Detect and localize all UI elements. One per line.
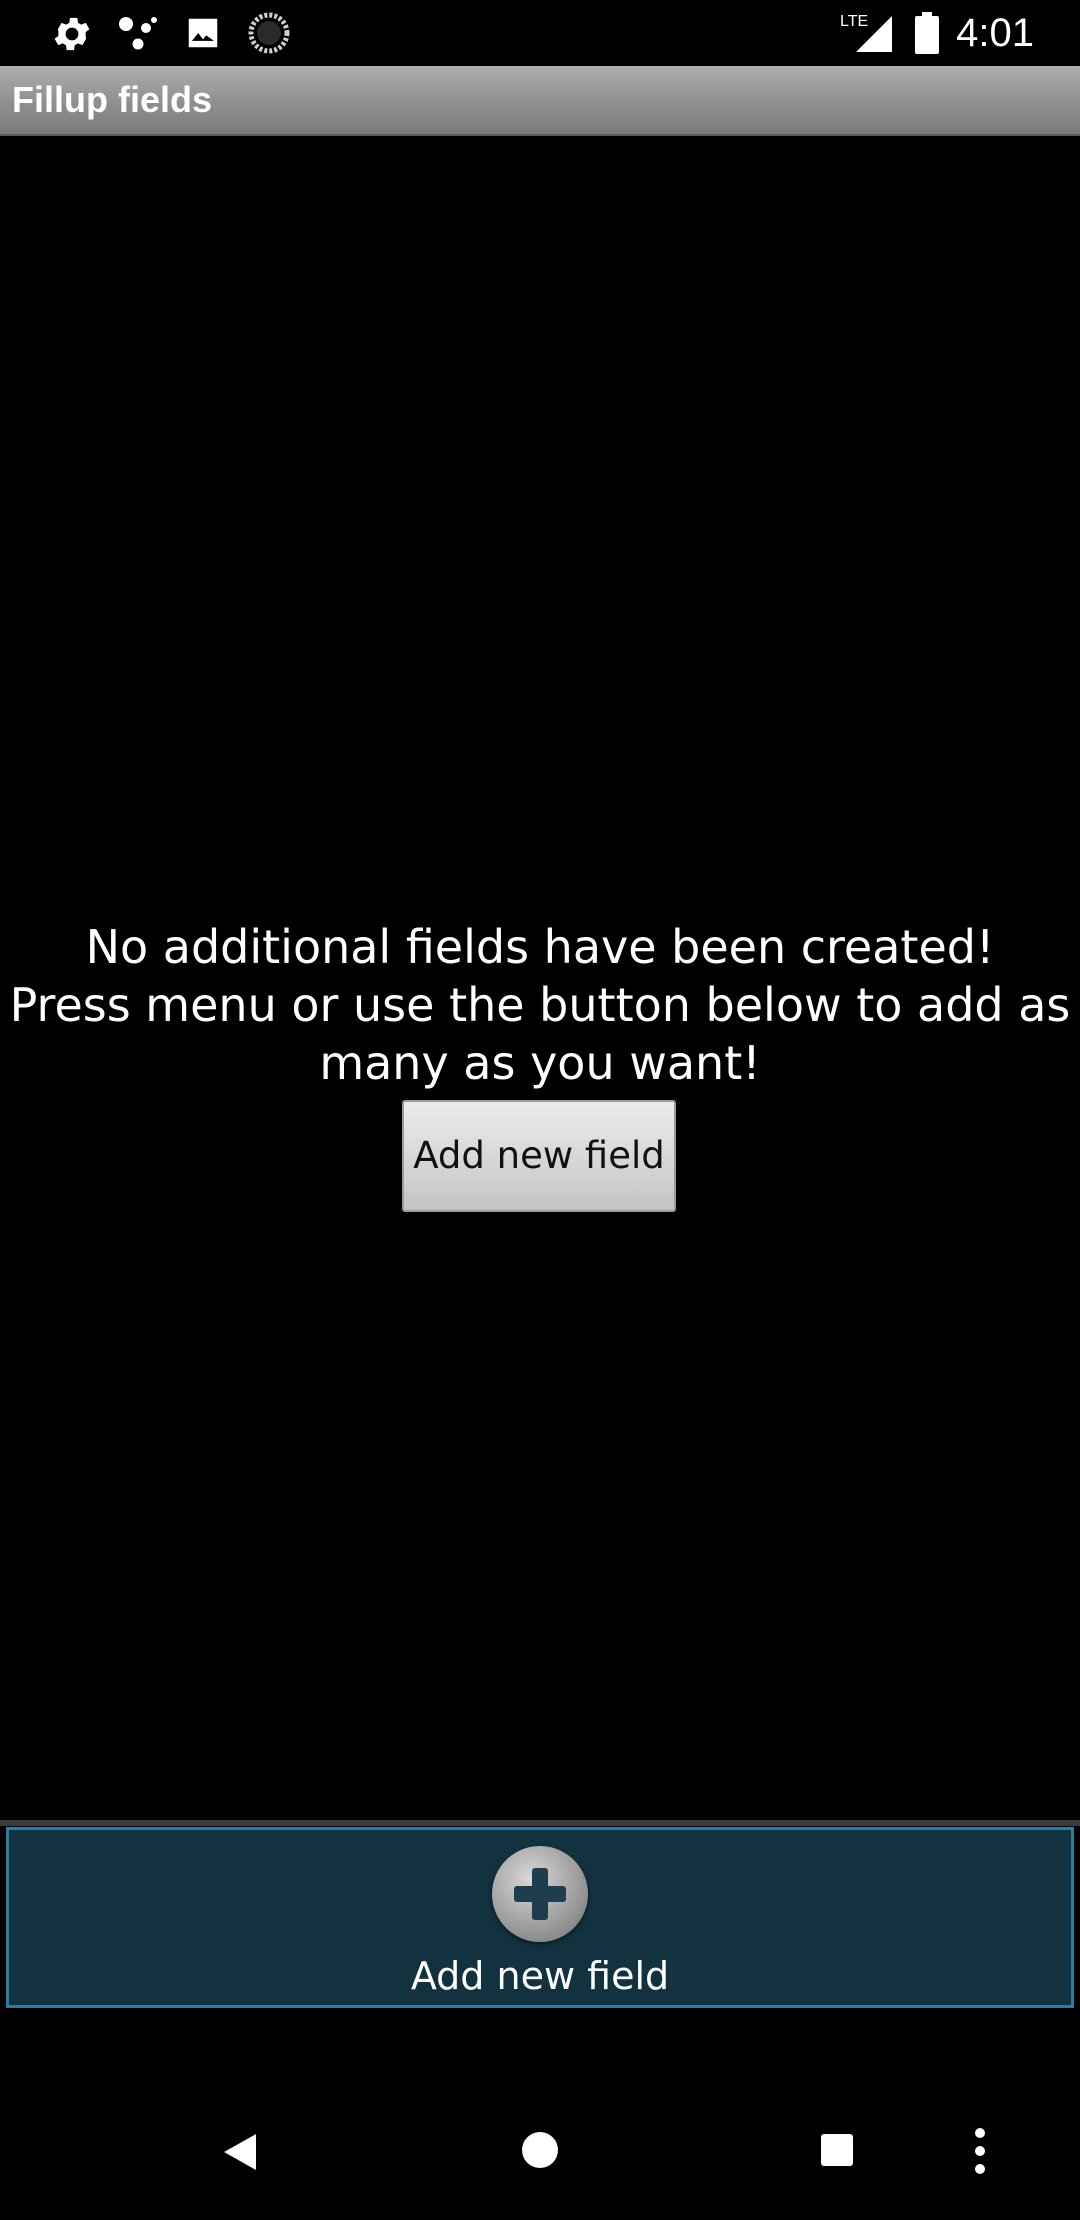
assistant-dots-icon bbox=[116, 14, 160, 58]
more-vert-icon[interactable] bbox=[972, 2126, 988, 2180]
network-type-label: LTE bbox=[840, 13, 868, 30]
signal-icon: LTE bbox=[840, 10, 894, 58]
empty-message-line-2: Press menu or use the button below to ad… bbox=[9, 978, 1071, 1032]
add-new-field-panel-button[interactable]: Add new field bbox=[6, 1827, 1074, 2008]
home-icon[interactable] bbox=[520, 2130, 560, 2174]
loading-circle-icon bbox=[248, 12, 290, 58]
gear-icon bbox=[50, 12, 94, 60]
battery-icon bbox=[914, 12, 940, 58]
status-time: 4:01 bbox=[956, 11, 1034, 55]
back-icon[interactable] bbox=[222, 2132, 258, 2176]
image-icon bbox=[184, 14, 222, 56]
title-bar: Fillup fields bbox=[0, 66, 1080, 136]
status-bar: LTE 4:01 bbox=[0, 0, 1080, 66]
empty-message-line-1: No additional fields have been created! bbox=[85, 920, 995, 974]
add-new-field-label: Add new field bbox=[410, 1954, 670, 1998]
empty-state-message: No additional fields have been created! … bbox=[0, 918, 1080, 1092]
plus-circle-icon bbox=[492, 1846, 588, 1942]
empty-message-line-3: many as you want! bbox=[319, 1036, 761, 1090]
navigation-bar bbox=[0, 2080, 1080, 2220]
page-title: Fillup fields bbox=[12, 79, 213, 120]
bottom-separator bbox=[0, 1820, 1080, 1826]
add-new-field-button[interactable]: Add new field bbox=[402, 1100, 676, 1212]
recents-icon[interactable] bbox=[820, 2133, 854, 2171]
